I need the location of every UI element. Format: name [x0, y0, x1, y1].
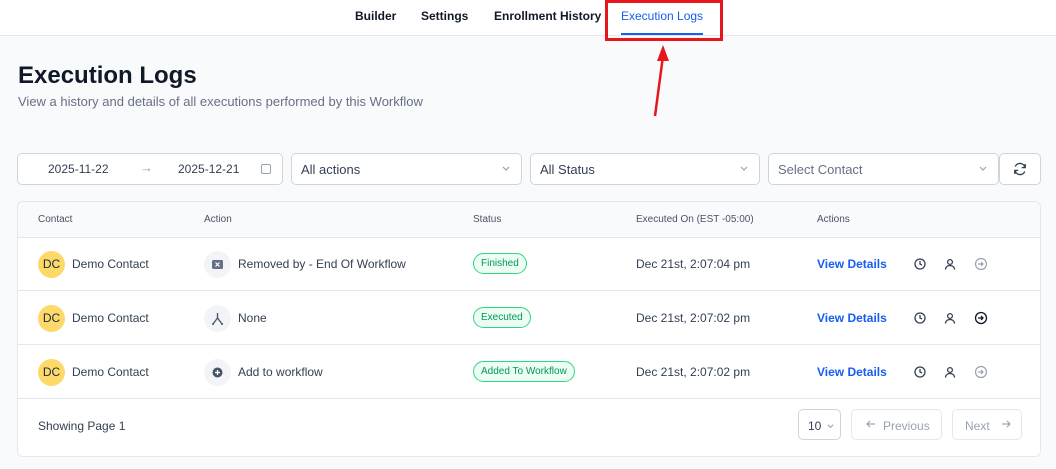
- tab-enrollment-history[interactable]: Enrollment History: [494, 0, 601, 36]
- contact-select[interactable]: Select Contact: [768, 153, 999, 185]
- action-text: Removed by - End Of Workflow: [238, 257, 406, 271]
- table-row: DC Demo Contact Removed by - End Of Work…: [18, 237, 1040, 291]
- tab-settings[interactable]: Settings: [421, 0, 468, 36]
- column-header-action: Action: [204, 214, 232, 225]
- execution-logs-table: Contact Action Status Executed On (EST -…: [17, 201, 1041, 457]
- arrow-right-icon: [1002, 420, 1011, 428]
- page-subtitle: View a history and details of all execut…: [18, 94, 423, 109]
- annotation-arrow-icon: [653, 45, 669, 117]
- status-badge: Added To Workflow: [473, 361, 575, 382]
- tab-builder[interactable]: Builder: [355, 0, 396, 36]
- next-page-button[interactable]: Next: [952, 409, 1022, 440]
- view-details-link[interactable]: View Details: [817, 311, 887, 325]
- contact-select-placeholder: Select Contact: [778, 162, 863, 177]
- previous-page-button[interactable]: Previous: [851, 409, 942, 440]
- contact-name[interactable]: Demo Contact: [72, 257, 149, 271]
- chevron-down-icon: [740, 166, 748, 171]
- date-range-picker[interactable]: 2025-11-22 → 2025-12-21: [17, 153, 283, 185]
- status-badge: Executed: [473, 307, 531, 328]
- status-badge: Finished: [473, 253, 527, 274]
- date-end[interactable]: 2025-12-21: [178, 162, 239, 176]
- executed-on: Dec 21st, 2:07:04 pm: [636, 257, 751, 271]
- branch-icon: [204, 305, 231, 332]
- history-icon[interactable]: [913, 365, 927, 379]
- user-icon[interactable]: [943, 257, 957, 271]
- refresh-icon: [1014, 162, 1026, 176]
- enter-icon[interactable]: [974, 365, 988, 379]
- table-header: Contact Action Status Executed On (EST -…: [18, 202, 1040, 238]
- user-icon[interactable]: [943, 311, 957, 325]
- actions-select[interactable]: All actions: [291, 153, 522, 185]
- avatar: DC: [38, 251, 65, 278]
- date-start[interactable]: 2025-11-22: [48, 162, 109, 176]
- status-select[interactable]: All Status: [530, 153, 760, 185]
- annotation-highlight-box: [605, 0, 723, 41]
- status-select-value: All Status: [540, 162, 595, 177]
- actions-select-value: All actions: [301, 162, 361, 177]
- column-header-actions: Actions: [817, 214, 850, 225]
- contact-name[interactable]: Demo Contact: [72, 365, 149, 379]
- refresh-button[interactable]: [999, 153, 1041, 185]
- per-page-value: 10: [808, 419, 822, 433]
- view-details-link[interactable]: View Details: [817, 257, 887, 271]
- column-header-executed-on: Executed On (EST -05:00): [636, 214, 754, 225]
- history-icon[interactable]: [913, 257, 927, 271]
- history-icon[interactable]: [913, 311, 927, 325]
- table-row: DC Demo Contact Add to workflow Added To…: [18, 345, 1040, 399]
- add-circle-icon: [204, 359, 231, 386]
- pagination-status: Showing Page 1: [38, 419, 126, 433]
- page-title: Execution Logs: [18, 62, 197, 89]
- chevron-down-icon: [827, 424, 834, 429]
- chevron-down-icon: [979, 166, 987, 171]
- enter-icon[interactable]: [974, 257, 988, 271]
- chevron-down-icon: [502, 166, 510, 171]
- action-text: None: [238, 311, 267, 325]
- top-nav: Builder Settings Enrollment History Exec…: [0, 0, 1056, 36]
- per-page-select[interactable]: 10: [798, 409, 841, 440]
- enter-icon[interactable]: [974, 311, 988, 325]
- avatar: DC: [38, 305, 65, 332]
- arrow-right-icon: →: [140, 160, 153, 175]
- next-label: Next: [965, 419, 990, 433]
- executed-on: Dec 21st, 2:07:02 pm: [636, 365, 751, 379]
- table-footer: Showing Page 1 10 Previous Next: [18, 399, 1040, 456]
- column-header-status: Status: [473, 214, 502, 225]
- view-details-link[interactable]: View Details: [817, 365, 887, 379]
- avatar: DC: [38, 359, 65, 386]
- previous-label: Previous: [883, 419, 930, 433]
- arrow-left-icon: [866, 420, 875, 428]
- user-icon[interactable]: [943, 365, 957, 379]
- executed-on: Dec 21st, 2:07:02 pm: [636, 311, 751, 325]
- action-text: Add to workflow: [238, 365, 323, 379]
- column-header-contact: Contact: [38, 214, 73, 225]
- contact-name[interactable]: Demo Contact: [72, 311, 149, 325]
- table-row: DC Demo Contact None Executed Dec 21st, …: [18, 291, 1040, 345]
- calendar-icon[interactable]: [261, 164, 271, 174]
- remove-icon: [204, 251, 231, 278]
